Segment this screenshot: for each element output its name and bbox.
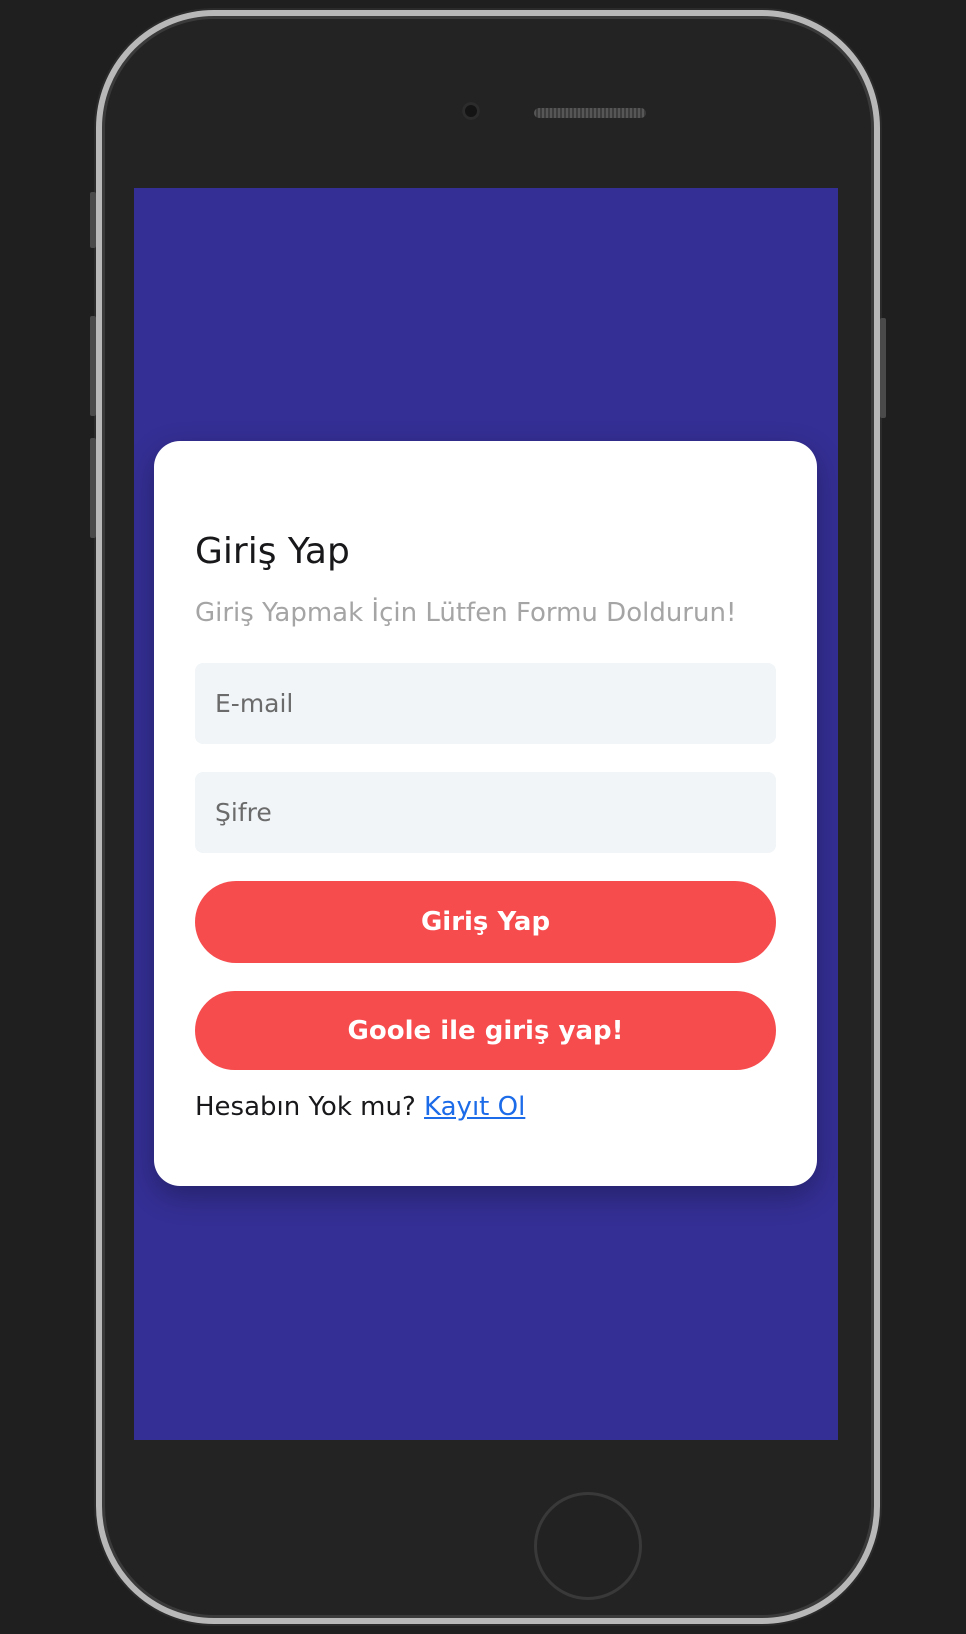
power-button bbox=[880, 318, 886, 418]
speaker-grille-icon bbox=[534, 108, 646, 118]
password-field[interactable] bbox=[195, 772, 776, 853]
signup-link[interactable]: Kayıt Ol bbox=[424, 1092, 525, 1122]
phone-screen: Giriş Yap Giriş Yapmak İçin Lütfen Formu… bbox=[134, 188, 838, 1440]
front-camera-icon bbox=[462, 102, 480, 120]
silent-switch bbox=[90, 192, 96, 248]
login-card: Giriş Yap Giriş Yapmak İçin Lütfen Formu… bbox=[154, 441, 817, 1186]
signup-prompt: Hesabın Yok mu? Kayıt Ol bbox=[195, 1086, 776, 1128]
login-button[interactable]: Giriş Yap bbox=[195, 881, 776, 963]
email-field[interactable] bbox=[195, 663, 776, 744]
home-button-icon[interactable] bbox=[534, 1492, 642, 1600]
google-login-button[interactable]: Goole ile giriş yap! bbox=[195, 991, 776, 1070]
no-account-text: Hesabın Yok mu? bbox=[195, 1092, 425, 1122]
login-title: Giriş Yap bbox=[195, 531, 350, 572]
volume-down-button bbox=[90, 438, 96, 538]
volume-up-button bbox=[90, 316, 96, 416]
login-subtitle: Giriş Yapmak İçin Lütfen Formu Doldurun! bbox=[195, 598, 737, 628]
